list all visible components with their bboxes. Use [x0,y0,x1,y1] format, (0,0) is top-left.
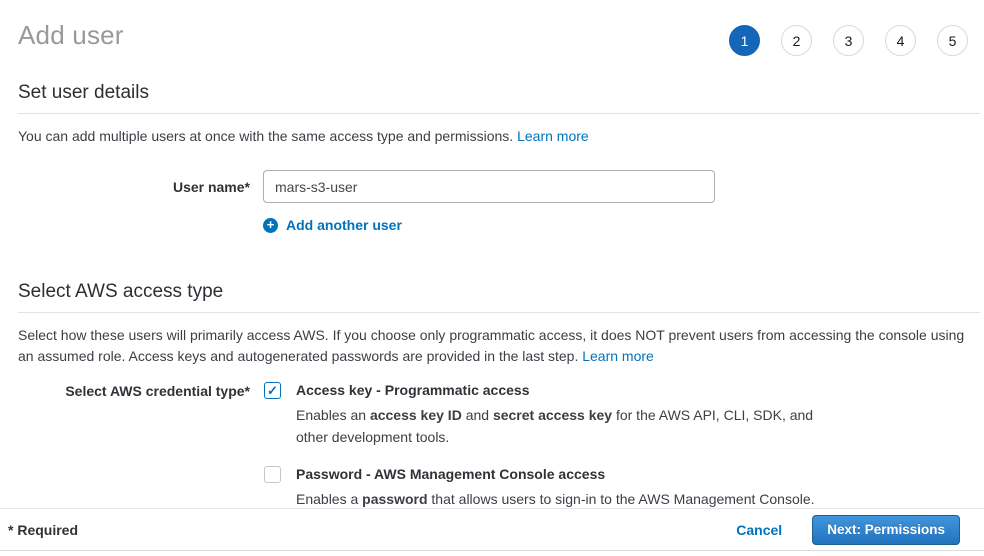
user-details-learn-more-link[interactable]: Learn more [517,128,589,144]
add-another-user-button[interactable]: + Add another user [263,217,980,233]
wizard-content: Set user details You can add multiple us… [0,82,984,510]
access-type-intro-text: Select how these users will primarily ac… [18,327,964,364]
step-5-indicator[interactable]: 5 [937,25,968,56]
credential-type-label: Select AWS credential type* [18,382,250,510]
access-key-option-desc: Enables an access key ID and secret acce… [296,404,836,448]
step-3-indicator[interactable]: 3 [833,25,864,56]
desc-segment: Enables an [296,407,370,423]
step-2-indicator[interactable]: 2 [781,25,812,56]
desc-segment: Enables a [296,491,362,507]
checkmark-icon: ✓ [267,384,278,397]
username-label: User name* [18,170,250,203]
add-another-user-label: Add another user [286,217,402,233]
step-1-indicator[interactable]: 1 [729,25,760,56]
username-form-row: User name* [18,170,980,203]
password-option-desc: Enables a password that allows users to … [296,488,815,510]
plus-circle-icon: + [263,218,278,233]
access-key-option-body: Access key - Programmatic access Enables… [296,382,836,448]
password-option-body: Password - AWS Management Console access… [296,466,815,510]
desc-segment: and [462,407,493,423]
footer-actions: Cancel Next: Permissions [736,515,960,545]
page-title: Add user [18,20,124,51]
password-option: ✓ Password - AWS Management Console acce… [264,466,836,510]
next-permissions-button[interactable]: Next: Permissions [812,515,960,545]
username-field-wrap [263,170,715,203]
user-details-intro: You can add multiple users at once with … [18,126,970,147]
access-key-option-title: Access key - Programmatic access [296,382,836,399]
access-type-intro: Select how these users will primarily ac… [18,325,970,367]
password-checkbox[interactable]: ✓ [264,466,281,483]
desc-segment-bold: password [362,491,427,507]
credential-type-form-row: Select AWS credential type* ✓ Access key… [18,382,980,510]
desc-segment-bold: secret access key [493,407,612,423]
user-details-intro-text: You can add multiple users at once with … [18,128,513,144]
credential-options: ✓ Access key - Programmatic access Enabl… [264,382,836,510]
password-option-title: Password - AWS Management Console access [296,466,815,483]
wizard-footer: * Required Cancel Next: Permissions [0,508,984,551]
access-key-option: ✓ Access key - Programmatic access Enabl… [264,382,836,448]
set-user-details-heading: Set user details [18,82,980,114]
desc-segment-bold: access key ID [370,407,462,423]
access-type-learn-more-link[interactable]: Learn more [582,348,654,364]
username-input[interactable] [263,170,715,203]
required-note: * Required [8,522,78,538]
step-4-indicator[interactable]: 4 [885,25,916,56]
desc-segment: that allows users to sign-in to the AWS … [428,491,815,507]
cancel-button[interactable]: Cancel [736,522,782,538]
add-user-wizard-page: Add user 1 2 3 4 5 Set user details You … [0,0,984,556]
wizard-step-indicator: 1 2 3 4 5 [729,25,968,56]
wizard-header: Add user 1 2 3 4 5 [0,0,984,56]
access-key-checkbox[interactable]: ✓ [264,382,281,399]
select-access-type-heading: Select AWS access type [18,281,980,313]
